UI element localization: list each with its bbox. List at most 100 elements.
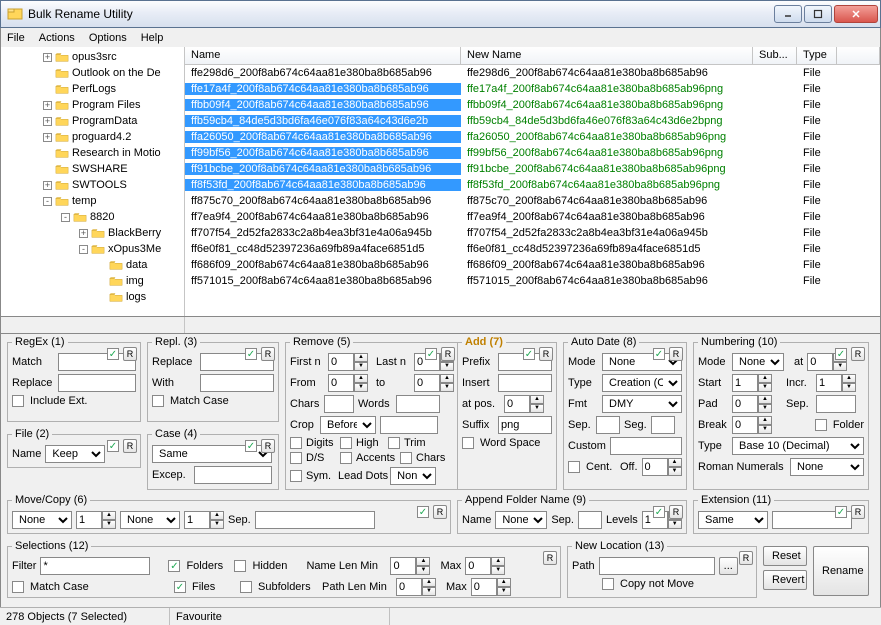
selections-folders-check[interactable] bbox=[168, 560, 180, 572]
selections-max1-spin[interactable]: ▲▼ bbox=[465, 557, 505, 575]
numbering-incr-spin[interactable]: ▲▼ bbox=[816, 374, 856, 392]
repl-matchcase-check[interactable] bbox=[152, 395, 164, 407]
close-button[interactable] bbox=[834, 5, 878, 23]
movecopy-spin2[interactable]: ▲▼ bbox=[184, 511, 224, 529]
file-row[interactable]: ffb59cb4_84de5d3bd6fa46e076f83a64c43d6e2… bbox=[185, 113, 880, 129]
newloc-browse-button[interactable]: ... bbox=[719, 557, 738, 575]
tree-row[interactable]: PerfLogs bbox=[1, 81, 184, 97]
append-name-select[interactable]: None bbox=[495, 511, 547, 529]
file-row[interactable]: ff707f54_2d52fa2833c2a8b4ea3bf31e4a06a94… bbox=[185, 225, 880, 241]
ext-select[interactable]: Same bbox=[698, 511, 768, 529]
filelist-hscroll[interactable] bbox=[185, 317, 880, 333]
col-sub[interactable]: Sub... bbox=[753, 47, 797, 64]
numbering-enable-check[interactable] bbox=[835, 348, 847, 360]
numbering-start-spin[interactable]: ▲▼ bbox=[732, 374, 772, 392]
autodate-cent-check[interactable] bbox=[568, 461, 580, 473]
regex-include-check[interactable] bbox=[12, 395, 24, 407]
file-row[interactable]: ff571015_200f8ab674c64aa81e380ba8b685ab9… bbox=[185, 273, 880, 289]
append-reset[interactable]: R bbox=[669, 505, 683, 519]
numbering-break-spin[interactable]: ▲▼ bbox=[732, 416, 772, 434]
numbering-folder-check[interactable] bbox=[815, 419, 827, 431]
tree-row[interactable]: Outlook on the De bbox=[1, 65, 184, 81]
remove-chars2-check[interactable] bbox=[400, 452, 412, 464]
repl-reset[interactable]: R bbox=[261, 347, 275, 361]
remove-from-spin[interactable]: ▲▼ bbox=[328, 374, 368, 392]
numbering-reset[interactable]: R bbox=[851, 347, 865, 361]
case-enable-check[interactable] bbox=[245, 440, 257, 452]
tree-row[interactable]: +opus3src bbox=[1, 49, 184, 65]
selections-filter-input[interactable] bbox=[40, 557, 150, 575]
selections-plm-spin[interactable]: ▲▼ bbox=[396, 578, 436, 596]
expand-icon[interactable]: + bbox=[79, 229, 88, 238]
remove-ds-check[interactable] bbox=[290, 452, 302, 464]
newloc-reset[interactable]: R bbox=[739, 551, 753, 565]
file-row[interactable]: ff875c70_200f8ab674c64aa81e380ba8b685ab9… bbox=[185, 193, 880, 209]
ext-reset[interactable]: R bbox=[851, 505, 865, 519]
file-row[interactable]: ff7ea9f4_200f8ab674c64aa81e380ba8b685ab9… bbox=[185, 209, 880, 225]
remove-sym-check[interactable] bbox=[290, 470, 302, 482]
numbering-pad-spin[interactable]: ▲▼ bbox=[732, 395, 772, 413]
numbering-mode-select[interactable]: None bbox=[732, 353, 784, 371]
append-sep-input[interactable] bbox=[578, 511, 602, 529]
autodate-type-select[interactable]: Creation (Cur bbox=[602, 374, 682, 392]
remove-digits-check[interactable] bbox=[290, 437, 302, 449]
folder-tree[interactable]: +opus3srcOutlook on the DePerfLogs +Progr… bbox=[1, 47, 185, 316]
movecopy-sel1[interactable]: None bbox=[12, 511, 72, 529]
expand-icon[interactable]: + bbox=[43, 117, 52, 126]
repl-enable-check[interactable] bbox=[245, 348, 257, 360]
expand-icon[interactable]: - bbox=[61, 213, 70, 222]
file-row[interactable]: ff91bcbe_200f8ab674c64aa81e380ba8b685ab9… bbox=[185, 161, 880, 177]
tree-row[interactable]: -temp bbox=[1, 193, 184, 209]
file-reset[interactable]: R bbox=[123, 439, 137, 453]
tree-row[interactable]: logs bbox=[1, 289, 184, 305]
autodate-fmt-select[interactable]: DMY bbox=[602, 395, 682, 413]
selections-reset[interactable]: R bbox=[543, 551, 557, 565]
newloc-path-input[interactable] bbox=[599, 557, 715, 575]
file-list[interactable]: ffe298d6_200f8ab674c64aa81e380ba8b685ab9… bbox=[185, 65, 880, 316]
remove-firstn-spin[interactable]: ▲▼ bbox=[328, 353, 368, 371]
case-excep-input[interactable] bbox=[194, 466, 272, 484]
file-row[interactable]: ff99bf56_200f8ab674c64aa81e380ba8b685ab9… bbox=[185, 145, 880, 161]
tree-row[interactable]: -xOpus3Me bbox=[1, 241, 184, 257]
selections-matchcase-check[interactable] bbox=[12, 581, 24, 593]
autodate-reset[interactable]: R bbox=[669, 347, 683, 361]
expand-icon[interactable]: + bbox=[43, 181, 52, 190]
tree-row[interactable]: Research in Motio bbox=[1, 145, 184, 161]
add-wordspace-check[interactable] bbox=[462, 437, 474, 449]
movecopy-sel2[interactable]: None bbox=[120, 511, 180, 529]
col-name[interactable]: Name bbox=[185, 47, 461, 64]
tree-row[interactable]: data bbox=[1, 257, 184, 273]
remove-accents-check[interactable] bbox=[340, 452, 352, 464]
newloc-copy-check[interactable] bbox=[602, 578, 614, 590]
remove-enable-check[interactable] bbox=[425, 348, 437, 360]
tree-row[interactable]: +proguard4.2 bbox=[1, 129, 184, 145]
file-row[interactable]: ff6e0f81_cc48d52397236a69fb89a4face6851d… bbox=[185, 241, 880, 257]
remove-trim-check[interactable] bbox=[388, 437, 400, 449]
case-reset[interactable]: R bbox=[261, 439, 275, 453]
append-enable-check[interactable] bbox=[653, 506, 665, 518]
numbering-roman-select[interactable]: None bbox=[790, 458, 864, 476]
regex-enable-check[interactable] bbox=[107, 348, 119, 360]
file-enable-check[interactable] bbox=[107, 440, 119, 452]
selections-max2-spin[interactable]: ▲▼ bbox=[471, 578, 511, 596]
selections-hidden-check[interactable] bbox=[234, 560, 246, 572]
expand-icon[interactable]: - bbox=[43, 197, 52, 206]
file-row[interactable]: ffe17a4f_200f8ab674c64aa81e380ba8b685ab9… bbox=[185, 81, 880, 97]
file-row[interactable]: ff686f09_200f8ab674c64aa81e380ba8b685ab9… bbox=[185, 257, 880, 273]
add-atpos-spin[interactable]: ▲▼ bbox=[504, 395, 544, 413]
numbering-type-select[interactable]: Base 10 (Decimal) bbox=[732, 437, 864, 455]
expand-icon[interactable]: + bbox=[43, 101, 52, 110]
remove-to-spin[interactable]: ▲▼ bbox=[414, 374, 454, 392]
ext-enable-check[interactable] bbox=[835, 506, 847, 518]
tree-row[interactable]: SWSHARE bbox=[1, 161, 184, 177]
add-enable-check[interactable] bbox=[523, 348, 535, 360]
movecopy-spin1[interactable]: ▲▼ bbox=[76, 511, 116, 529]
regex-replace-input[interactable] bbox=[58, 374, 136, 392]
col-newname[interactable]: New Name bbox=[461, 47, 753, 64]
maximize-button[interactable] bbox=[804, 5, 832, 23]
autodate-sep-input[interactable] bbox=[596, 416, 620, 434]
tree-row[interactable]: +ProgramData bbox=[1, 113, 184, 129]
menu-actions[interactable]: Actions bbox=[39, 32, 75, 44]
remove-words-input[interactable] bbox=[396, 395, 440, 413]
add-insert-input[interactable] bbox=[498, 374, 552, 392]
